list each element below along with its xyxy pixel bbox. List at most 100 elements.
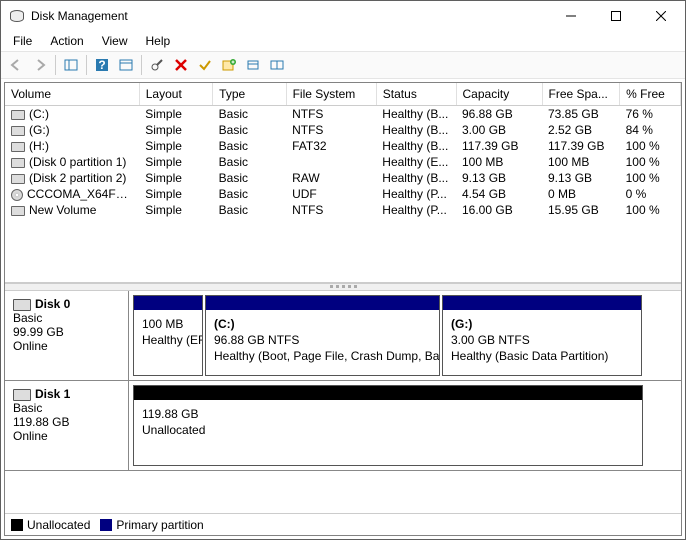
disk-status: Online	[13, 339, 120, 353]
col-fs[interactable]: File System	[286, 83, 376, 106]
disk-label[interactable]: Disk 1Basic119.88 GBOnline	[5, 381, 129, 470]
disk-icon	[13, 299, 31, 311]
show-hide-console-tree-button[interactable]	[60, 54, 82, 76]
volume-layout: Simple	[139, 170, 212, 186]
volume-pct: 100 %	[620, 202, 681, 218]
drive-icon	[11, 142, 25, 152]
menu-help[interactable]: Help	[138, 32, 179, 50]
volume-type: Basic	[213, 154, 286, 170]
disk-name: Disk 0	[35, 297, 70, 311]
check-button[interactable]	[194, 54, 216, 76]
menu-action[interactable]: Action	[42, 32, 91, 50]
disk-size: 99.99 GB	[13, 325, 120, 339]
partition-size: 3.00 GB NTFS	[451, 332, 633, 348]
volume-fs: RAW	[286, 170, 376, 186]
menu-file[interactable]: File	[5, 32, 40, 50]
properties-button[interactable]	[146, 54, 168, 76]
partition-unallocated[interactable]: 119.88 GBUnallocated	[133, 385, 643, 466]
partition-size: 119.88 GB	[142, 406, 634, 422]
volume-layout: Simple	[139, 138, 212, 154]
volume-capacity: 16.00 GB	[456, 202, 542, 218]
table-row[interactable]: CCCOMA_X64FRE...SimpleBasicUDFHealthy (P…	[5, 186, 681, 202]
volume-pct: 0 %	[620, 186, 681, 202]
volume-fs: NTFS	[286, 106, 376, 123]
col-free[interactable]: Free Spa...	[542, 83, 620, 106]
legend-primary: Primary partition	[116, 518, 203, 532]
partition-desc: Healthy (Basic Data Partition)	[451, 348, 633, 364]
volume-name: (G:)	[29, 123, 50, 137]
svg-text:?: ?	[98, 58, 105, 72]
help-button[interactable]: ?	[91, 54, 113, 76]
partition-primary[interactable]: 100 MBHealthy (EFI Sys	[133, 295, 203, 376]
volume-pct: 84 %	[620, 122, 681, 138]
volume-status: Healthy (E...	[376, 154, 456, 170]
col-type[interactable]: Type	[213, 83, 286, 106]
drive-icon	[11, 126, 25, 136]
disk-label[interactable]: Disk 0Basic99.99 GBOnline	[5, 291, 129, 380]
partition-stripe	[443, 296, 641, 310]
delete-button[interactable]	[170, 54, 192, 76]
new-partition-button[interactable]	[218, 54, 240, 76]
volume-type: Basic	[213, 138, 286, 154]
menu-view[interactable]: View	[94, 32, 136, 50]
volume-type: Basic	[213, 122, 286, 138]
col-status[interactable]: Status	[376, 83, 456, 106]
volume-status: Healthy (B...	[376, 170, 456, 186]
table-row[interactable]: (H:)SimpleBasicFAT32Healthy (B...117.39 …	[5, 138, 681, 154]
volume-pct: 76 %	[620, 106, 681, 123]
table-row[interactable]: (Disk 0 partition 1)SimpleBasicHealthy (…	[5, 154, 681, 170]
table-row[interactable]: (G:)SimpleBasicNTFSHealthy (B...3.00 GB2…	[5, 122, 681, 138]
close-button[interactable]	[638, 2, 683, 31]
disk-row[interactable]: Disk 1Basic119.88 GBOnline119.88 GBUnall…	[5, 381, 681, 471]
table-row[interactable]: (C:)SimpleBasicNTFSHealthy (B...96.88 GB…	[5, 106, 681, 123]
col-layout[interactable]: Layout	[139, 83, 212, 106]
disk-status: Online	[13, 429, 120, 443]
volume-list[interactable]: Volume Layout Type File System Status Ca…	[5, 83, 681, 283]
minimize-button[interactable]	[548, 2, 593, 31]
legend-unallocated: Unallocated	[27, 518, 90, 532]
disk-management-window: Disk Management File Action View Help ?	[0, 0, 686, 540]
volume-name: New Volume	[29, 203, 96, 217]
disk-row[interactable]: Disk 0Basic99.99 GBOnline100 MBHealthy (…	[5, 291, 681, 381]
titlebar[interactable]: Disk Management	[1, 1, 685, 31]
partition-primary[interactable]: (G:)3.00 GB NTFSHealthy (Basic Data Part…	[442, 295, 642, 376]
volume-pct: 100 %	[620, 154, 681, 170]
table-row[interactable]: (Disk 2 partition 2)SimpleBasicRAWHealth…	[5, 170, 681, 186]
refresh-button[interactable]	[115, 54, 137, 76]
maximize-button[interactable]	[593, 2, 638, 31]
volume-capacity: 4.54 GB	[456, 186, 542, 202]
volume-fs: NTFS	[286, 122, 376, 138]
settings-button[interactable]	[242, 54, 264, 76]
volume-fs: FAT32	[286, 138, 376, 154]
toolbar: ?	[1, 51, 685, 79]
more-button[interactable]	[266, 54, 288, 76]
volume-capacity: 100 MB	[456, 154, 542, 170]
volume-name: (H:)	[29, 139, 49, 153]
partition-desc: Healthy (EFI Sys	[142, 332, 194, 348]
col-volume[interactable]: Volume	[5, 83, 139, 106]
table-row[interactable]: New VolumeSimpleBasicNTFSHealthy (P...16…	[5, 202, 681, 218]
col-pct[interactable]: % Free	[620, 83, 681, 106]
volume-free: 15.95 GB	[542, 202, 620, 218]
volume-layout: Simple	[139, 122, 212, 138]
volume-status: Healthy (B...	[376, 106, 456, 123]
volume-free: 100 MB	[542, 154, 620, 170]
forward-button	[29, 54, 51, 76]
volume-free: 0 MB	[542, 186, 620, 202]
volume-pct: 100 %	[620, 138, 681, 154]
partition-primary[interactable]: (C:)96.88 GB NTFSHealthy (Boot, Page Fil…	[205, 295, 440, 376]
partition-stripe	[134, 296, 202, 310]
disk-type: Basic	[13, 311, 120, 325]
col-capacity[interactable]: Capacity	[456, 83, 542, 106]
volume-free: 2.52 GB	[542, 122, 620, 138]
partition-desc: Unallocated	[142, 422, 634, 438]
drive-icon	[11, 206, 25, 216]
splitter[interactable]	[5, 283, 681, 291]
partition-title: (G:)	[451, 316, 633, 332]
volume-status: Healthy (B...	[376, 122, 456, 138]
app-icon	[9, 8, 25, 24]
volume-type: Basic	[213, 202, 286, 218]
volume-pct: 100 %	[620, 170, 681, 186]
partition-stripe	[134, 386, 642, 400]
graphical-view[interactable]: Disk 0Basic99.99 GBOnline100 MBHealthy (…	[5, 291, 681, 513]
